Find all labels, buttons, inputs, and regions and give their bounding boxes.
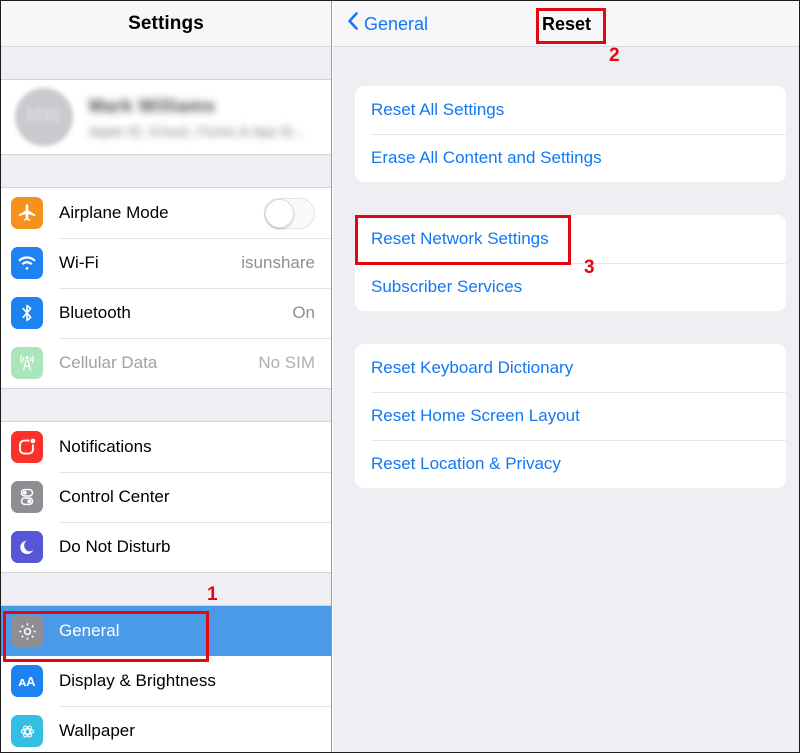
detail-item-reset-location-privacy[interactable]: Reset Location & Privacy bbox=[355, 440, 786, 488]
sidebar-item-label: Control Center bbox=[59, 487, 170, 506]
sidebar-item-label: Display & Brightness bbox=[59, 671, 216, 690]
cellular-icon bbox=[11, 347, 43, 379]
sidebar-item-cellular-data[interactable]: Cellular Data No SIM bbox=[1, 338, 331, 388]
airplane-icon bbox=[11, 197, 43, 229]
sidebar-item-label: Notifications bbox=[59, 437, 152, 456]
detail-item-label: Reset All Settings bbox=[371, 100, 505, 119]
detail-item-label: Reset Home Screen Layout bbox=[371, 406, 580, 425]
cellular-value: No SIM bbox=[258, 353, 315, 372]
detail-item-reset-keyboard-dictionary[interactable]: Reset Keyboard Dictionary bbox=[355, 344, 786, 392]
sidebar-gap-2 bbox=[1, 389, 331, 421]
sidebar-item-bluetooth[interactable]: Bluetooth On bbox=[1, 288, 331, 338]
sidebar-item-label: Wallpaper bbox=[59, 721, 135, 740]
wifi-icon bbox=[11, 247, 43, 279]
detail-group-network: Reset Network Settings Subscriber Servic… bbox=[355, 215, 786, 311]
detail-item-label: Erase All Content and Settings bbox=[371, 148, 602, 167]
sidebar-gap-top bbox=[1, 47, 331, 79]
settings-sidebar: Settings MW Mark Williams Apple ID, iClo… bbox=[1, 1, 332, 752]
detail-item-reset-all-settings[interactable]: Reset All Settings bbox=[355, 86, 786, 134]
wifi-value: isunshare bbox=[241, 253, 315, 272]
sidebar-item-label: Wi-Fi bbox=[59, 253, 99, 272]
detail-item-label: Subscriber Services bbox=[371, 277, 523, 296]
avatar: MW bbox=[15, 88, 73, 146]
sidebar-item-label: General bbox=[59, 621, 120, 640]
bluetooth-icon bbox=[11, 297, 43, 329]
detail-item-label: Reset Keyboard Dictionary bbox=[371, 358, 574, 377]
detail-item-erase-all-content-and-settings[interactable]: Erase All Content and Settings bbox=[355, 134, 786, 182]
detail-item-reset-network-settings[interactable]: Reset Network Settings bbox=[355, 215, 786, 263]
detail-group-misc: Reset Keyboard Dictionary Reset Home Scr… bbox=[355, 344, 786, 488]
avatar-initials: MW bbox=[26, 106, 62, 127]
detail-item-label: Reset Network Settings bbox=[371, 229, 549, 248]
airplane-mode-toggle[interactable] bbox=[264, 197, 315, 229]
notifications-icon bbox=[11, 431, 43, 463]
sidebar-profile-row[interactable]: MW Mark Williams Apple ID, iCloud, iTune… bbox=[1, 79, 331, 155]
sidebar-item-wallpaper[interactable]: Wallpaper bbox=[1, 706, 331, 752]
wallpaper-icon bbox=[11, 715, 43, 747]
detail-item-reset-home-screen-layout[interactable]: Reset Home Screen Layout bbox=[355, 392, 786, 440]
sidebar-header: Settings bbox=[1, 1, 331, 47]
sidebar-gap-3 bbox=[1, 573, 331, 605]
sidebar-item-notifications[interactable]: Notifications bbox=[1, 422, 331, 472]
profile-name: Mark Williams bbox=[89, 95, 216, 116]
sidebar-item-control-center[interactable]: Control Center bbox=[1, 472, 331, 522]
sidebar-gap-1 bbox=[1, 155, 331, 187]
sidebar-group-alerts: Notifications Control Center Do Not Dist… bbox=[1, 421, 331, 573]
sidebar-item-label: Airplane Mode bbox=[59, 203, 169, 222]
sidebar-item-wifi[interactable]: Wi-Fi isunshare bbox=[1, 238, 331, 288]
detail-title-reset: Reset bbox=[541, 13, 592, 34]
sidebar-item-display-brightness[interactable]: ᴀA Display & Brightness bbox=[1, 656, 331, 706]
profile-text: Mark Williams Apple ID, iCloud, iTunes &… bbox=[89, 96, 305, 139]
sidebar-group-connectivity: Airplane Mode Wi-Fi isunshare Bluetooth … bbox=[1, 187, 331, 389]
toggle-knob bbox=[265, 198, 294, 228]
bluetooth-value: On bbox=[292, 303, 315, 322]
sidebar-title: Settings bbox=[128, 12, 204, 34]
gear-icon bbox=[11, 615, 43, 647]
sidebar-group-system: General ᴀA Display & Brightness Wallpape… bbox=[1, 605, 331, 752]
detail-item-label: Reset Location & Privacy bbox=[371, 454, 561, 473]
ipad-settings-screenshot: Settings MW Mark Williams Apple ID, iClo… bbox=[0, 0, 800, 753]
detail-item-subscriber-services[interactable]: Subscriber Services bbox=[355, 263, 786, 311]
sidebar-item-label: Cellular Data bbox=[59, 353, 158, 372]
sidebar-item-airplane-mode[interactable]: Airplane Mode bbox=[1, 188, 331, 238]
sidebar-item-label: Bluetooth bbox=[59, 303, 131, 322]
moon-icon bbox=[11, 531, 43, 563]
display-brightness-glyph: ᴀA bbox=[18, 673, 36, 689]
sidebar-item-general[interactable]: General bbox=[1, 606, 331, 656]
reset-detail-panel: General Reset Reset All Settings Erase A… bbox=[333, 1, 799, 752]
detail-header: General Reset bbox=[333, 1, 799, 47]
detail-group-reset-erase: Reset All Settings Erase All Content and… bbox=[355, 86, 786, 182]
sidebar-item-label: Do Not Disturb bbox=[59, 537, 171, 556]
display-brightness-icon: ᴀA bbox=[11, 665, 43, 697]
control-center-icon bbox=[11, 481, 43, 513]
profile-subtitle: Apple ID, iCloud, iTunes & App St... bbox=[89, 123, 305, 139]
sidebar-item-do-not-disturb[interactable]: Do Not Disturb bbox=[1, 522, 331, 572]
